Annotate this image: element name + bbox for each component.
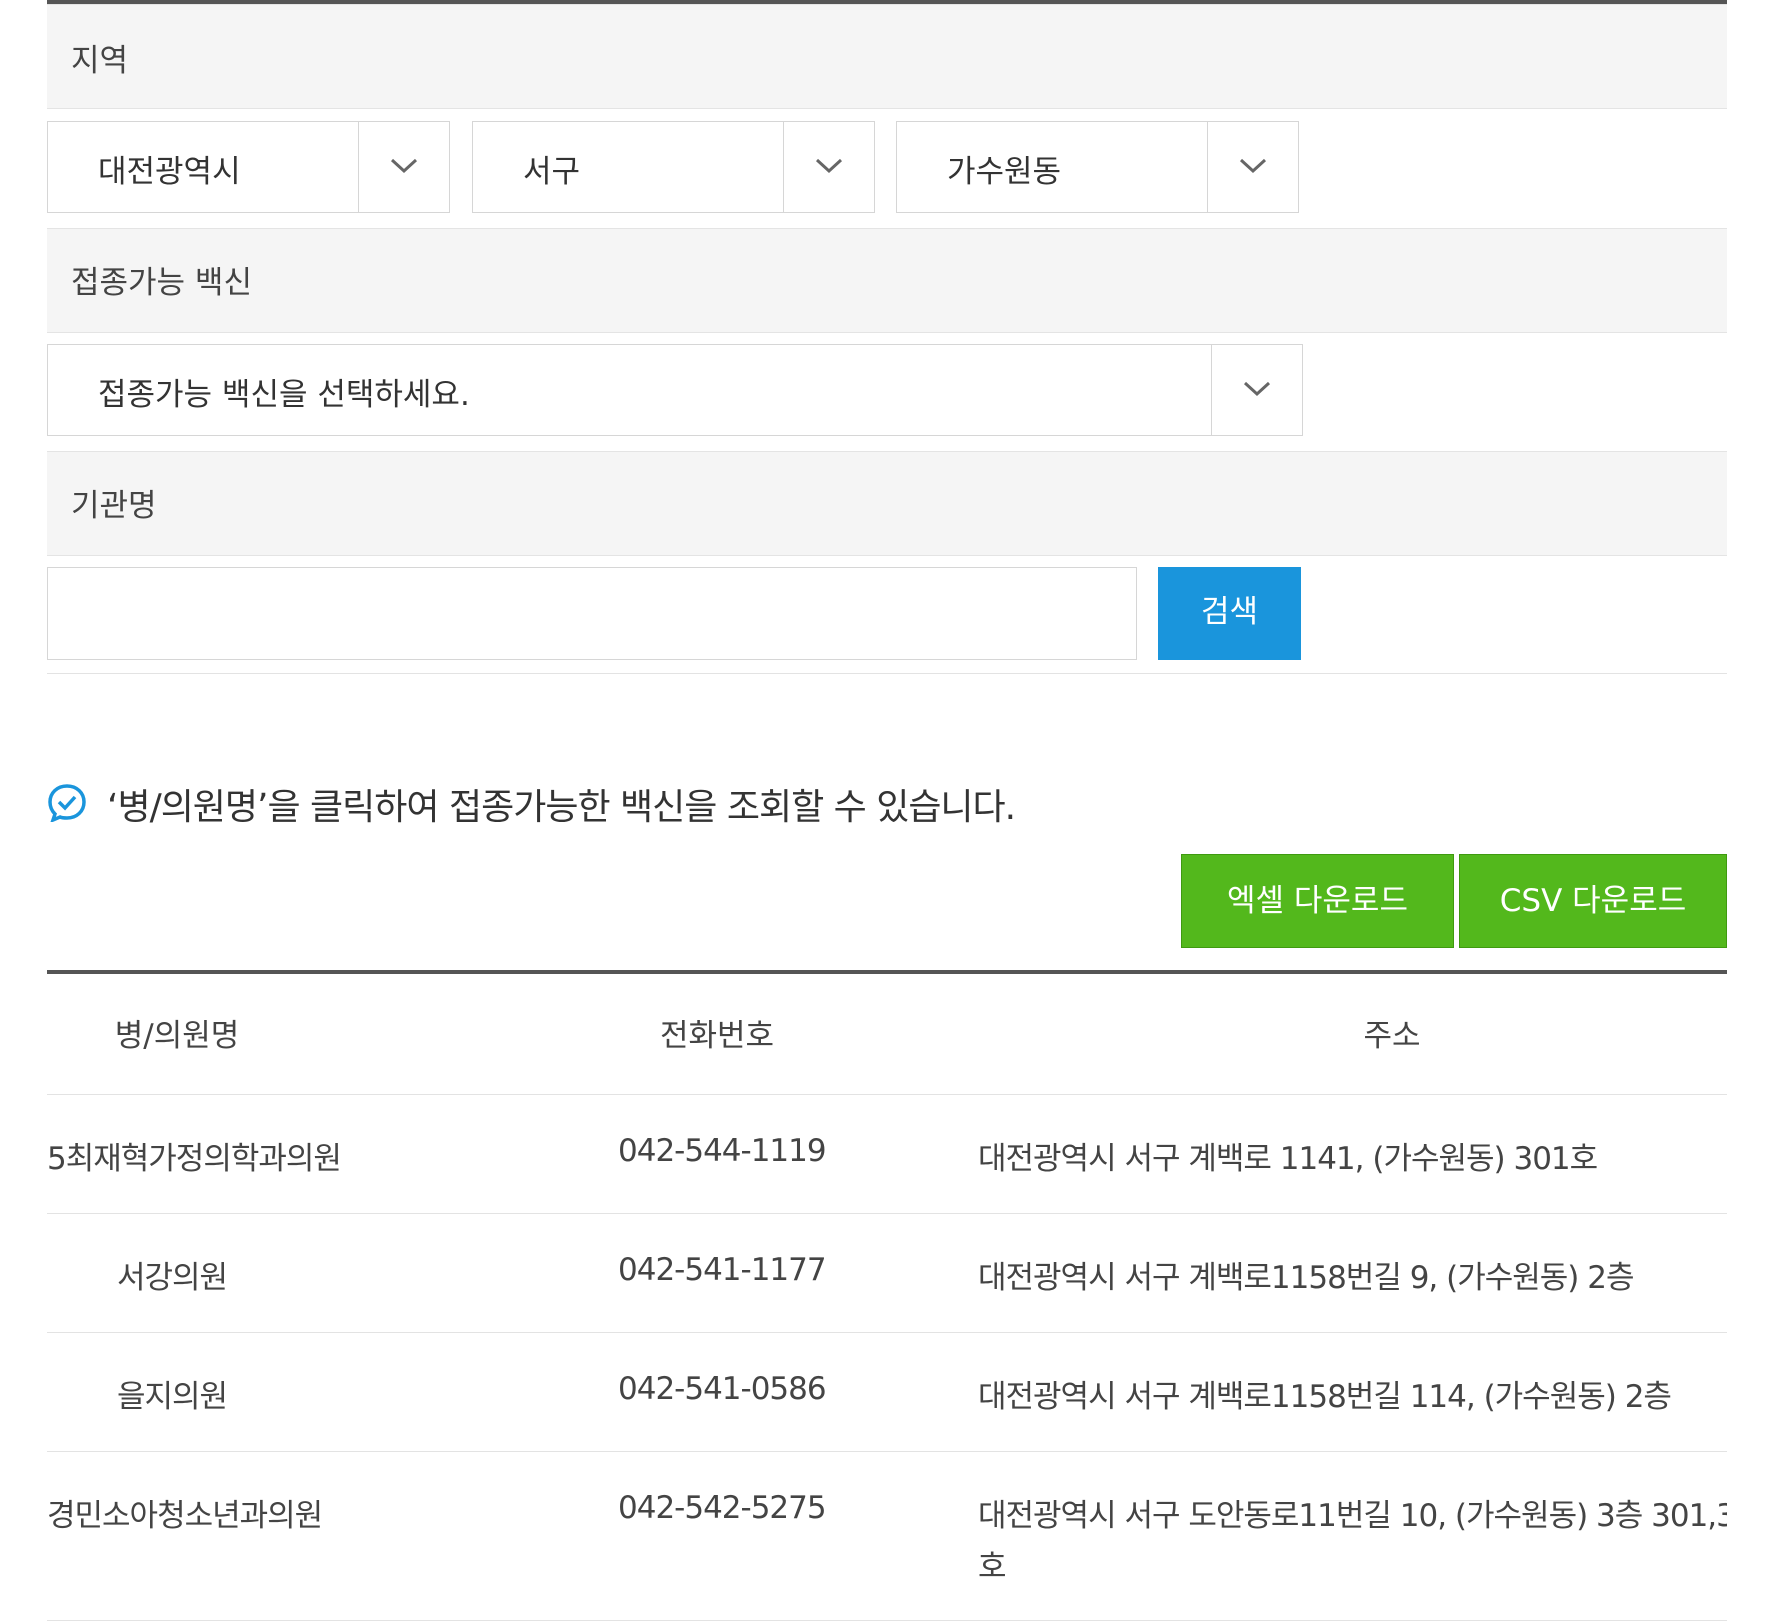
- table-top-divider: [47, 970, 1727, 974]
- notice-text: ‘병/의원명’을 클릭하여 접종가능한 백신을 조회할 수 있습니다.: [107, 787, 1016, 828]
- csv-download-button[interactable]: CSV 다운로드: [1459, 854, 1727, 948]
- vaccine-select-placeholder: 접종가능 백신을 선택하세요.: [98, 377, 470, 413]
- phone-cell: 042-541-0586: [618, 1371, 827, 1407]
- sigungu-select-value: 서구: [523, 154, 581, 190]
- address-cell: 대전광역시 서구 계백로 1141, (가수원동) 301호: [978, 1141, 1598, 1177]
- row-divider: [47, 1332, 1727, 1333]
- region-label: 지역: [71, 43, 129, 79]
- phone-cell: 042-544-1119: [618, 1133, 827, 1169]
- address-cell: 대전광역시 서구 계백로1158번길 114, (가수원동) 2층: [978, 1379, 1672, 1415]
- org-name-input[interactable]: [47, 567, 1137, 660]
- column-header-address: 주소: [1363, 1018, 1421, 1054]
- vaccine-select[interactable]: 접종가능 백신을 선택하세요.: [47, 344, 1303, 436]
- row-divider: [47, 1451, 1727, 1452]
- hospital-name-link[interactable]: 서강의원: [117, 1252, 228, 1297]
- address-cell: 대전광역시 서구 도안동로11번길 10, (가수원동) 3층 301,302: [978, 1498, 1727, 1534]
- hospital-name-link[interactable]: 경민소아청소년과의원: [47, 1490, 323, 1535]
- org-label-row: 기관명: [47, 451, 1727, 556]
- dong-select[interactable]: 가수원동: [896, 121, 1299, 213]
- chevron-down-icon: [783, 122, 874, 212]
- search-button[interactable]: 검색: [1158, 567, 1301, 660]
- chat-check-icon: [48, 784, 86, 822]
- vaccine-label-row: 접종가능 백신: [47, 228, 1727, 333]
- chevron-down-icon: [1207, 122, 1298, 212]
- hospital-name-link[interactable]: 을지의원: [117, 1371, 228, 1416]
- sido-select[interactable]: 대전광역시: [47, 121, 450, 213]
- excel-download-button[interactable]: 엑셀 다운로드: [1181, 854, 1454, 948]
- region-label-row: 지역: [47, 4, 1727, 109]
- column-header-phone: 전화번호: [659, 1018, 775, 1054]
- chevron-down-icon: [358, 122, 449, 212]
- column-header-name: 병/의원명: [114, 1018, 240, 1054]
- org-name-label: 기관명: [71, 488, 157, 524]
- address-cell-continued: 호: [978, 1549, 1007, 1585]
- phone-cell: 042-541-1177: [618, 1252, 827, 1288]
- dong-select-value: 가수원동: [947, 154, 1062, 190]
- address-cell: 대전광역시 서구 계백로1158번길 9, (가수원동) 2층: [978, 1260, 1634, 1296]
- phone-cell: 042-542-5275: [618, 1490, 827, 1526]
- vaccine-label: 접종가능 백신: [71, 265, 252, 301]
- hospital-name-link[interactable]: 5최재혁가정의학과의원: [47, 1133, 587, 1178]
- header-divider: [47, 1094, 1727, 1095]
- sigungu-select[interactable]: 서구: [472, 121, 875, 213]
- row-divider: [47, 1213, 1727, 1214]
- form-bottom-divider: [47, 673, 1727, 674]
- sido-select-value: 대전광역시: [98, 154, 241, 190]
- chevron-down-icon: [1211, 345, 1302, 435]
